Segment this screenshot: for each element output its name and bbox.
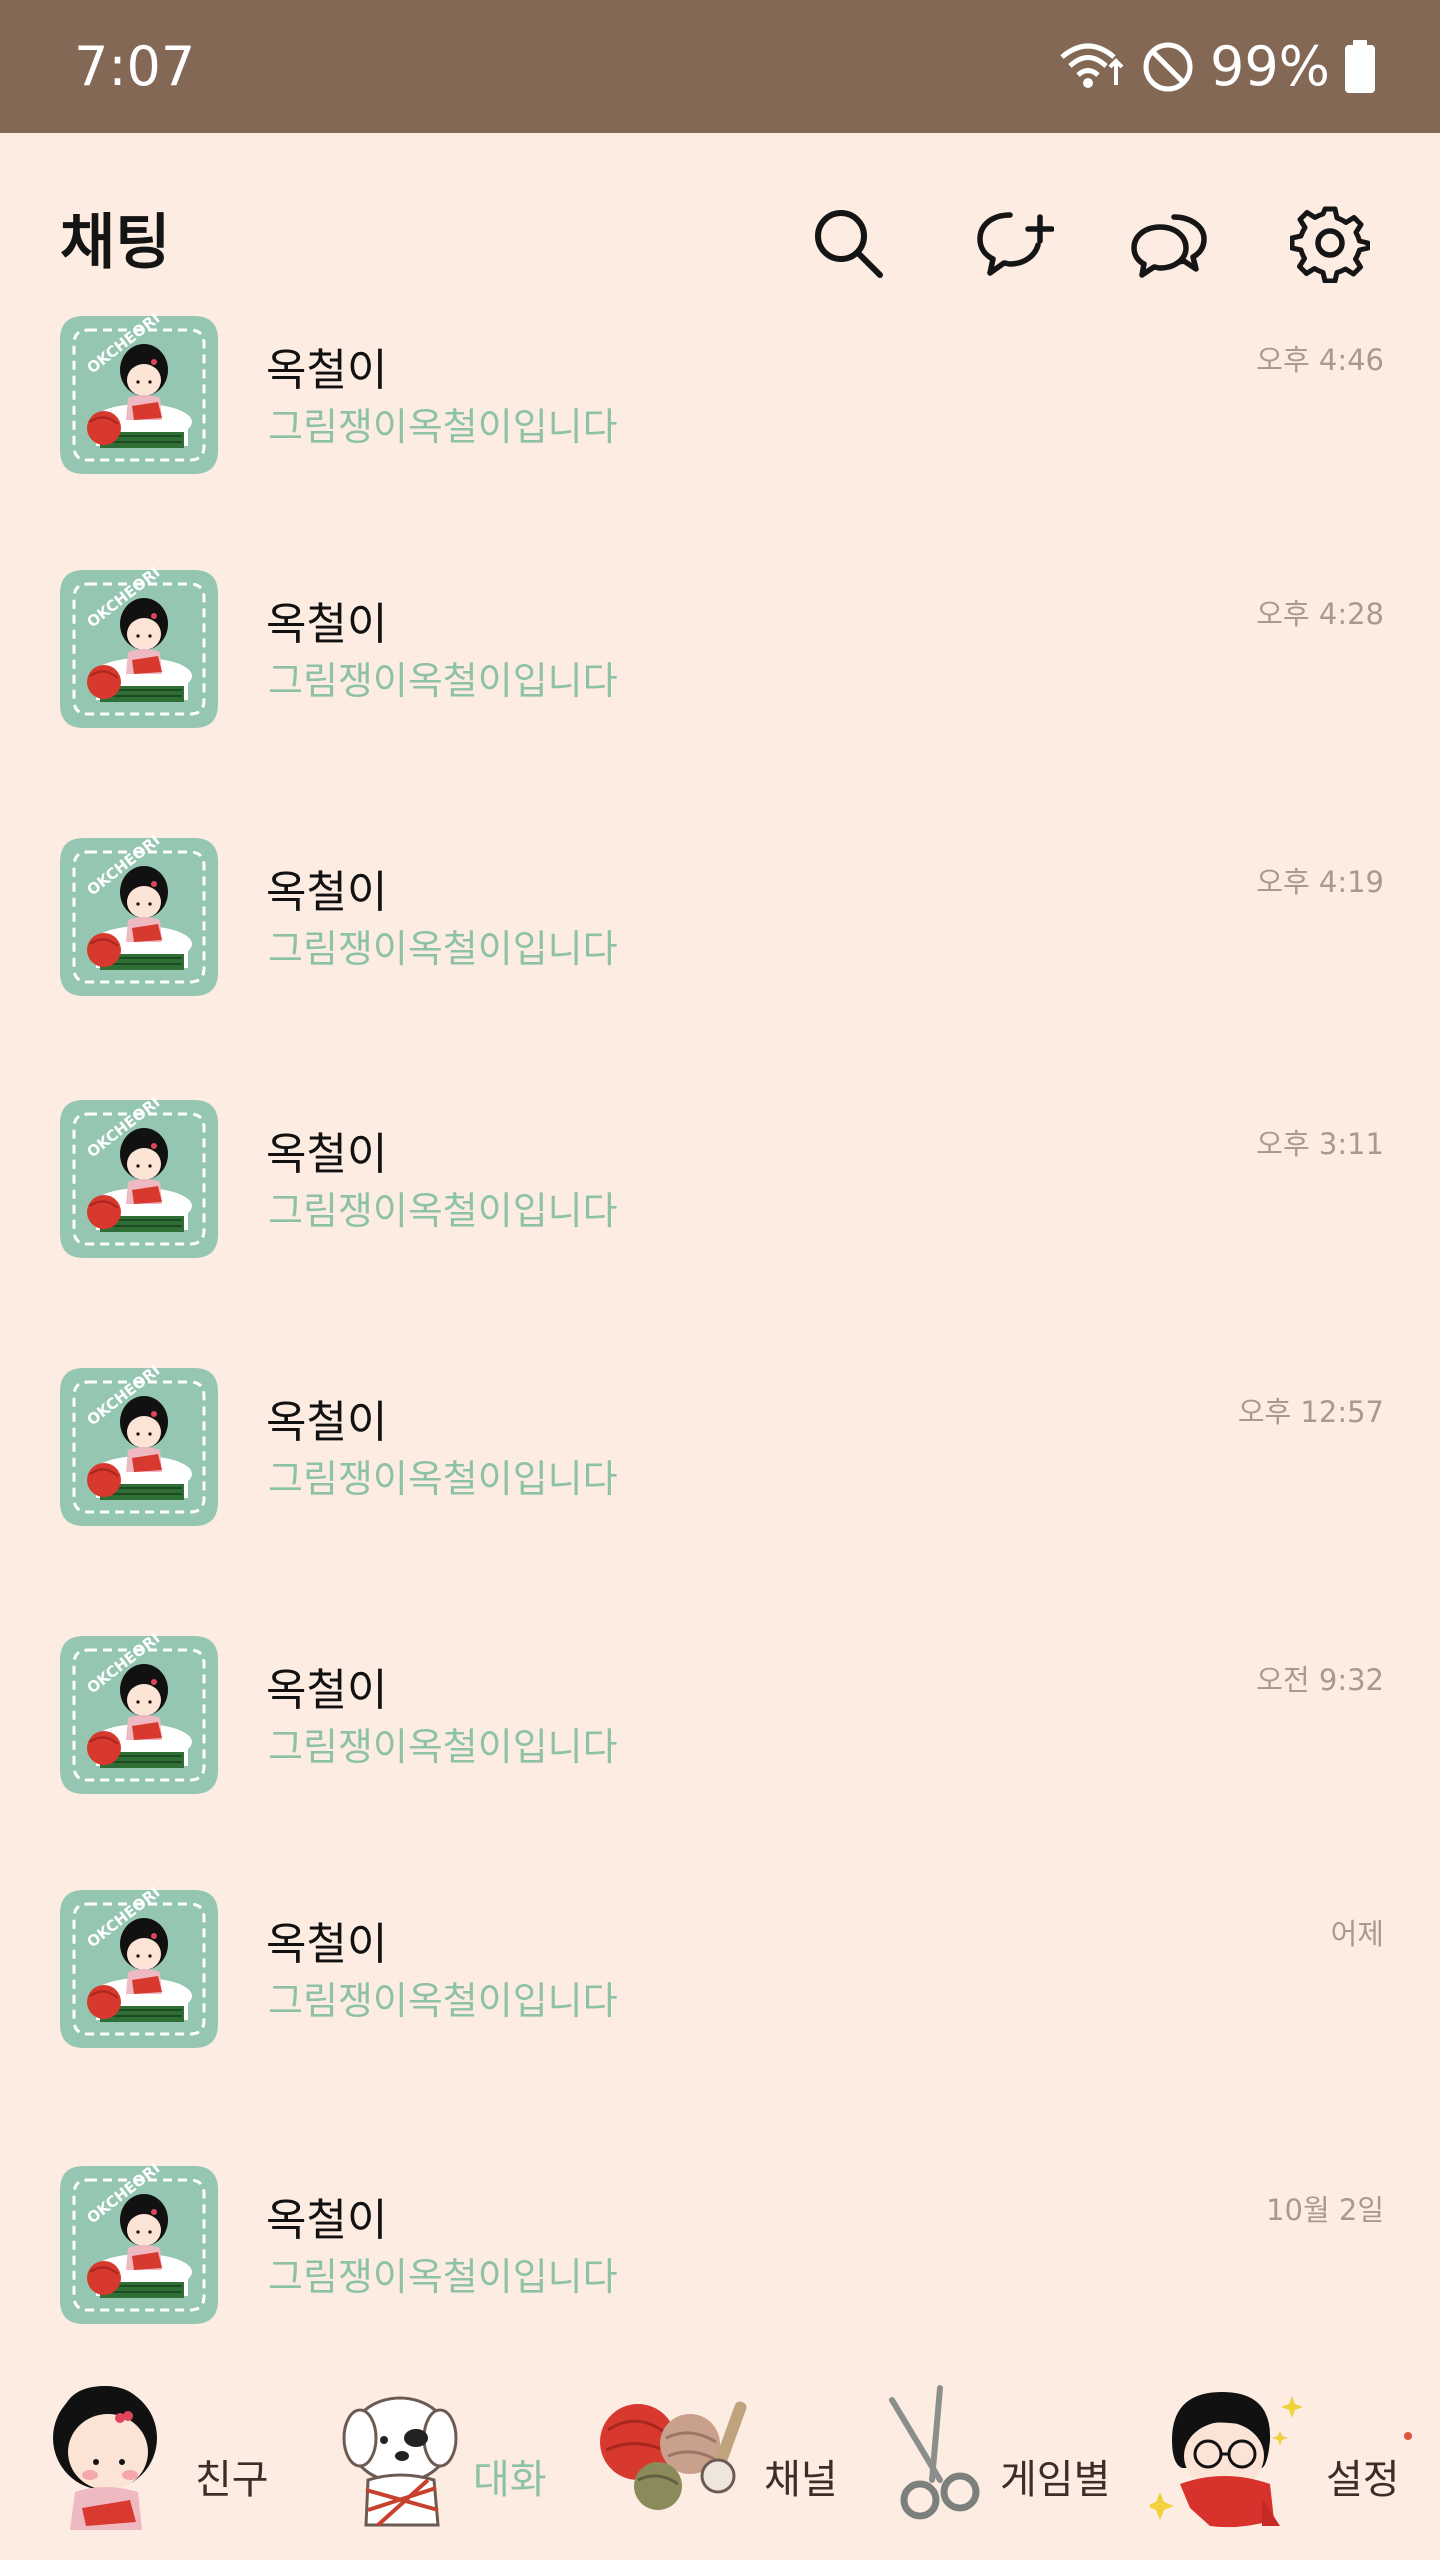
chat-timestamp: 오후 4:46 xyxy=(1256,343,1384,377)
chats-dog-icon xyxy=(342,2396,458,2527)
nav-channel-label: 채널 xyxy=(764,2457,838,2503)
nav-channel[interactable]: 채널 xyxy=(598,2380,858,2560)
profile-avatar[interactable]: OKCHEORI xyxy=(54,2160,224,2330)
chat-list-item[interactable]: OKCHEORI 옥철이그림쟁이옥철이입니다 오후 12:57 xyxy=(0,1362,1440,1562)
wifi-icon xyxy=(1058,39,1126,95)
notification-dot xyxy=(1404,2432,1412,2440)
profile-avatar[interactable]: OKCHEORI xyxy=(54,1884,224,2054)
status-icons: 99% xyxy=(1058,34,1376,100)
profile-avatar[interactable]: OKCHEORI xyxy=(54,564,224,734)
chat-last-message: 그림쟁이옥철이입니다 xyxy=(268,1725,618,1769)
nav-settings-label: 설정 xyxy=(1326,2457,1400,2503)
status-bar: 7:07 99% xyxy=(0,0,1440,133)
chat-name: 옥철이 xyxy=(266,599,388,650)
games-scissors-icon xyxy=(889,2385,980,2520)
nav-games[interactable]: 게임별 xyxy=(880,2380,1120,2560)
new-chat-icon[interactable] xyxy=(974,203,1054,283)
chat-name: 옥철이 xyxy=(266,1397,388,1448)
nav-settings[interactable]: 설정 xyxy=(1150,2380,1400,2560)
chat-list-item[interactable]: OKCHEORI 옥철이그림쟁이옥철이입니다 오후 3:11 xyxy=(0,1094,1440,1294)
settings-icon[interactable] xyxy=(1290,203,1370,283)
chat-last-message: 그림쟁이옥철이입니다 xyxy=(268,405,618,449)
chat-name: 옥철이 xyxy=(266,1919,388,1970)
battery-percentage: 99% xyxy=(1209,35,1330,98)
screen: 7:07 99% 채팅 OKCHEORI 옥철이 그림쟁이옥철이입니다 오후 4… xyxy=(0,0,1440,2560)
chat-name: 옥철이 xyxy=(266,2195,388,2246)
nav-friends[interactable]: 친구 xyxy=(50,2380,280,2560)
chat-timestamp: 오전 9:32 xyxy=(1256,1663,1384,1697)
chat-timestamp: 오후 3:11 xyxy=(1256,1127,1384,1161)
chat-list-item[interactable]: OKCHEORI 옥철이그림쟁이옥철이입니다 오후 4:19 xyxy=(0,832,1440,1032)
chat-list-item[interactable]: OKCHEORI 옥철이그림쟁이옥철이입니다 어제 xyxy=(0,1884,1440,2084)
do-not-disturb-icon xyxy=(1140,39,1196,95)
profile-avatar[interactable]: OKCHEORI xyxy=(54,1362,224,1532)
open-chat-icon[interactable] xyxy=(1130,203,1210,283)
chat-last-message: 그림쟁이옥철이입니다 xyxy=(268,1189,618,1233)
nav-games-label: 게임별 xyxy=(1000,2457,1111,2503)
header: 채팅 xyxy=(0,133,1440,313)
chat-last-message: 그림쟁이옥철이입니다 xyxy=(268,2255,618,2299)
chat-timestamp: 오후 12:57 xyxy=(1237,1395,1384,1429)
profile-avatar[interactable]: OKCHEORI xyxy=(54,1094,224,1264)
chat-list-item[interactable]: OKCHEORI 옥철이그림쟁이옥철이입니다 오후 4:46 xyxy=(0,310,1440,510)
chat-name: 옥철이 xyxy=(266,345,388,396)
chat-timestamp: 오후 4:28 xyxy=(1256,597,1384,631)
chat-last-message: 그림쟁이옥철이입니다 xyxy=(268,927,618,971)
profile-avatar[interactable]: OKCHEORI xyxy=(54,832,224,1002)
nav-chats-label: 대화 xyxy=(473,2457,547,2503)
chat-timestamp: 어제 xyxy=(1330,1917,1384,1951)
chat-name: 옥철이 xyxy=(266,1665,388,1716)
chat-timestamp: 오후 4:19 xyxy=(1256,865,1384,899)
chat-last-message: 그림쟁이옥철이입니다 xyxy=(268,1979,618,2023)
profile-avatar[interactable]: OKCHEORI xyxy=(54,1630,224,1800)
channel-yarn-icon xyxy=(600,2401,747,2510)
profile-avatar[interactable]: OKCHEORI xyxy=(54,310,224,480)
battery-icon xyxy=(1344,40,1376,94)
nav-chats[interactable]: 대화 xyxy=(338,2380,578,2560)
chat-name: 옥철이 xyxy=(266,1129,388,1180)
chat-timestamp: 10월 2일 xyxy=(1266,2193,1384,2227)
chat-list-item[interactable]: OKCHEORI 옥철이그림쟁이옥철이입니다 오후 4:28 xyxy=(0,564,1440,764)
nav-friends-label: 친구 xyxy=(195,2457,269,2503)
chat-list-item[interactable]: OKCHEORI 옥철이그림쟁이옥철이입니다 오전 9:32 xyxy=(0,1630,1440,1830)
chat-name: 옥철이 xyxy=(266,867,388,918)
settings-boy-icon xyxy=(1150,2392,1303,2528)
search-icon[interactable] xyxy=(808,203,888,283)
status-time: 7:07 xyxy=(74,35,196,98)
chat-last-message: 그림쟁이옥철이입니다 xyxy=(268,659,618,703)
bottom-nav: 친구 대화 채널 게임별 설정 xyxy=(0,2380,1440,2560)
chat-list-item[interactable]: OKCHEORI 옥철이그림쟁이옥철이입니다 10월 2일 xyxy=(0,2160,1440,2360)
chat-last-message: 그림쟁이옥철이입니다 xyxy=(268,1457,618,1501)
friends-girl-icon xyxy=(53,2386,157,2530)
page-title: 채팅 xyxy=(60,208,171,278)
